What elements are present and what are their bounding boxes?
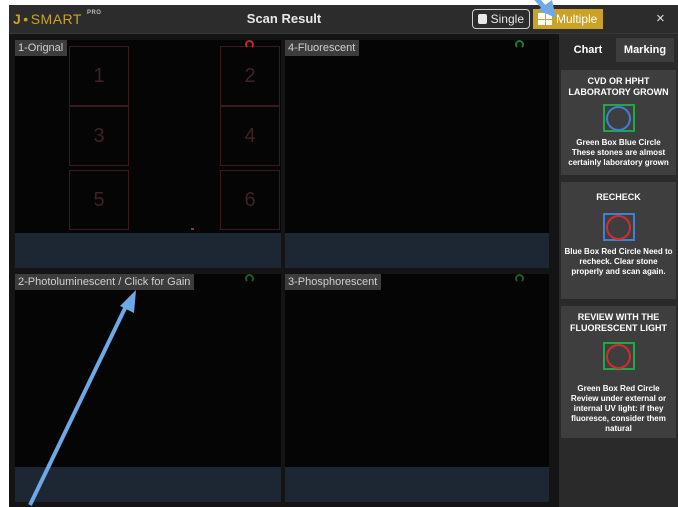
single-view-label: Single [490, 12, 524, 26]
green-indicator-ring-icon [515, 40, 524, 49]
photoluminescent-image-panel[interactable]: 2-Photoluminescent / Click for Gain [15, 274, 281, 502]
legend-card-recheck: RECHECK Blue Box Red Circle Need to rech… [561, 182, 676, 299]
legend-card-review-fluorescent: REVIEW WITH THE FLUORESCENT LIGHT Green … [561, 306, 676, 438]
legend-description: Blue Box Red Circle Need to recheck. Cle… [564, 247, 673, 276]
grid-cell-5: 5 [69, 170, 129, 230]
phosphorescent-image-panel[interactable]: 3-Phosphorescent [285, 274, 549, 502]
fluorescent-image-panel[interactable]: 4-Fluorescent [285, 40, 549, 268]
panel-label-fluorescent[interactable]: 4-Fluorescent [285, 40, 360, 56]
legend-title: RECHECK [596, 192, 641, 202]
close-button[interactable]: × [656, 10, 665, 27]
legend-title: CVD OR HPHT LABORATORY GROWN [568, 76, 669, 97]
marking-side-panel: Chart Marking CVD OR HPHT LABORATORY GRO… [559, 34, 678, 507]
legend-title: REVIEW WITH THE FLUORESCENT LIGHT [570, 312, 667, 333]
grid-cell-1: 1 [69, 46, 129, 106]
multiple-view-label: Multiple [556, 12, 598, 26]
grid-cell-4: 4 [220, 106, 280, 166]
stone-speck [191, 228, 194, 230]
title-bar: J • SMART PRO Scan Result Single Multipl… [9, 5, 678, 34]
j-smart-pro-logo: J • SMART PRO [13, 10, 102, 27]
multiple-view-button[interactable]: Multiple [533, 9, 603, 29]
panel-footer [285, 233, 549, 268]
tab-marking[interactable]: Marking [616, 38, 674, 62]
original-image-panel[interactable]: 1 2 3 4 5 6 1-Orignal [15, 40, 281, 268]
green-indicator-ring-icon [515, 274, 524, 283]
grid-cell-3: 3 [69, 106, 129, 166]
logo-superscript: PRO [86, 10, 102, 16]
grid-view-icon [538, 13, 552, 25]
single-view-icon [478, 14, 487, 24]
blue-box-red-circle-icon [602, 213, 635, 241]
logo-dot: • [23, 11, 29, 27]
panel-footer [15, 467, 281, 502]
panel-footer [15, 233, 281, 268]
legend-card-lab-grown: CVD OR HPHT LABORATORY GROWN Green Box B… [561, 70, 676, 175]
green-box-red-circle-icon [602, 342, 635, 370]
logo-name: SMART [30, 11, 82, 27]
legend-description: Green Box Blue Circle These stones are a… [568, 138, 669, 167]
panel-label-phosphorescent[interactable]: 3-Phosphorescent [285, 274, 382, 290]
window-title: Scan Result [246, 11, 322, 26]
legend-description: Green Box Red Circle Review under extern… [570, 384, 667, 433]
panel-label-original[interactable]: 1-Orignal [15, 40, 68, 56]
red-indicator-ring-icon [245, 40, 254, 49]
panel-label-photoluminescent[interactable]: 2-Photoluminescent / Click for Gain [15, 274, 195, 290]
logo-brand: J [13, 11, 22, 27]
grid-cell-6: 6 [220, 170, 280, 230]
green-box-blue-circle-icon [602, 104, 635, 132]
panel-footer [285, 467, 549, 502]
grid-cell-2: 2 [220, 46, 280, 106]
single-view-button[interactable]: Single [472, 9, 530, 29]
tab-chart[interactable]: Chart [562, 38, 614, 62]
green-indicator-ring-icon [245, 274, 254, 283]
scan-result-window: J • SMART PRO Scan Result Single Multipl… [9, 5, 678, 507]
